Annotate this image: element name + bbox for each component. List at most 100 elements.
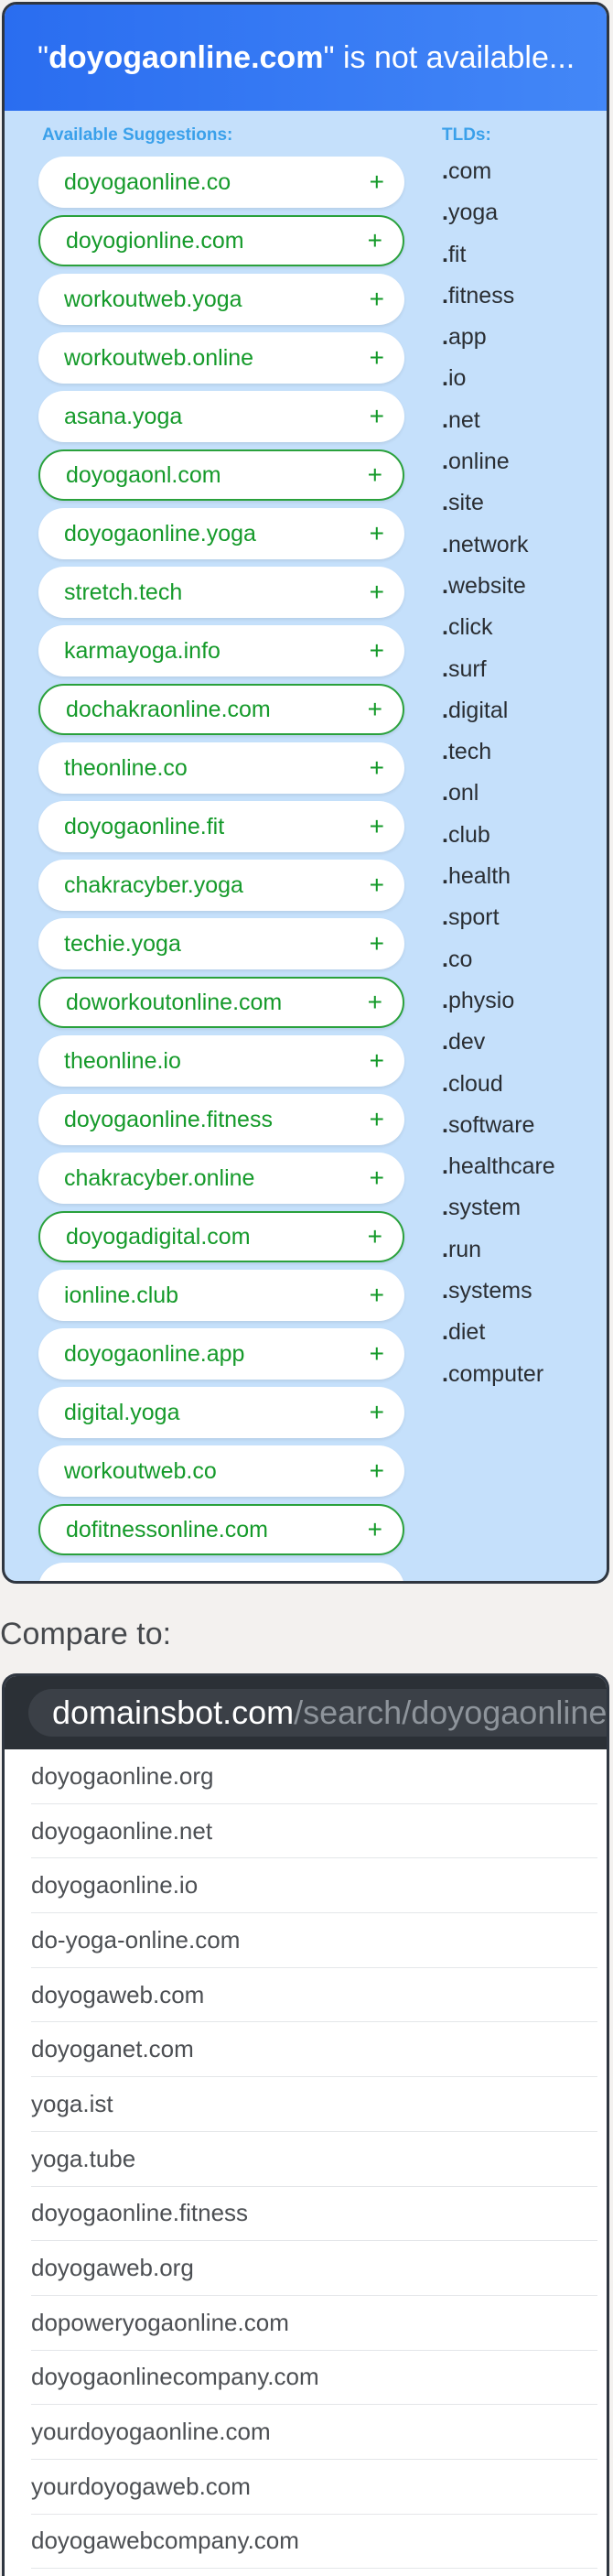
tld-name: system: [447, 1195, 522, 1221]
add-plus-icon[interactable]: +: [370, 1398, 384, 1427]
add-plus-icon[interactable]: +: [368, 1515, 382, 1544]
tld-item[interactable]: .healthcare: [442, 1146, 555, 1187]
compare-result-item[interactable]: doyoganet.com: [31, 2022, 597, 2078]
tld-item[interactable]: .net: [442, 400, 555, 441]
tld-item[interactable]: .sport: [442, 897, 555, 938]
tld-name: com: [447, 158, 492, 184]
tld-item[interactable]: .physio: [442, 980, 555, 1022]
compare-result-item[interactable]: yoga.ist: [31, 2077, 597, 2132]
tld-item[interactable]: .website: [442, 566, 555, 607]
tld-item[interactable]: .site: [442, 482, 555, 524]
add-plus-icon[interactable]: +: [370, 1105, 384, 1134]
tld-item[interactable]: .co: [442, 939, 555, 980]
tld-name: dev: [447, 1029, 486, 1055]
compare-result-item[interactable]: yoga.tube: [31, 2132, 597, 2187]
tld-item[interactable]: .run: [442, 1229, 555, 1271]
add-plus-icon[interactable]: +: [370, 812, 384, 841]
tld-item[interactable]: .fit: [442, 234, 555, 276]
suggestion-item[interactable]: [38, 1563, 404, 1581]
compare-result-item[interactable]: doyogaonlinecompany.com: [31, 2351, 597, 2406]
tld-item[interactable]: .onl: [442, 773, 555, 814]
add-plus-icon[interactable]: +: [370, 578, 384, 607]
tld-item[interactable]: .health: [442, 856, 555, 897]
add-plus-icon[interactable]: +: [368, 988, 382, 1017]
tld-item[interactable]: .tech: [442, 731, 555, 773]
suggestion-item[interactable]: ionline.club +: [38, 1270, 404, 1321]
url-bar[interactable]: domainsbot.com/search/doyogaonline: [28, 1689, 607, 1737]
add-plus-icon[interactable]: +: [370, 1046, 384, 1076]
suggestion-item[interactable]: theonline.co +: [38, 742, 404, 794]
compare-result-item[interactable]: doyogaonline.io: [31, 1858, 597, 1914]
tld-item[interactable]: .cloud: [442, 1064, 555, 1105]
compare-result-item[interactable]: doyogaonline.fitness: [31, 2187, 597, 2242]
tld-item[interactable]: .yoga: [442, 192, 555, 233]
compare-result-item[interactable]: dopoweryogaonline.com: [31, 2296, 597, 2351]
suggestion-item[interactable]: doyogaonline.yoga +: [38, 508, 404, 559]
tld-item[interactable]: .systems: [442, 1271, 555, 1312]
tld-item[interactable]: .click: [442, 607, 555, 648]
suggestion-item[interactable]: doyogaonline.fit +: [38, 801, 404, 852]
tld-item[interactable]: .online: [442, 441, 555, 482]
tld-item[interactable]: .surf: [442, 649, 555, 690]
add-plus-icon[interactable]: +: [370, 519, 384, 548]
compare-result-item[interactable]: do-yoga-online.com: [31, 1913, 597, 1968]
add-plus-icon[interactable]: +: [370, 1164, 384, 1193]
add-plus-icon[interactable]: +: [370, 343, 384, 373]
suggestion-item[interactable]: workoutweb.online +: [38, 332, 404, 384]
suggestion-item[interactable]: workoutweb.co +: [38, 1445, 404, 1497]
suggestion-item[interactable]: workoutweb.yoga +: [38, 274, 404, 325]
suggestion-item[interactable]: doyogaonl.com +: [38, 449, 404, 501]
add-plus-icon[interactable]: +: [368, 226, 382, 255]
suggestion-item[interactable]: theonline.io +: [38, 1035, 404, 1087]
compare-result-item[interactable]: doyogaweb.com: [31, 1968, 597, 2023]
suggestion-item[interactable]: doyogaonline.fitness +: [38, 1094, 404, 1145]
tld-item[interactable]: .club: [442, 815, 555, 856]
add-plus-icon[interactable]: +: [370, 402, 384, 431]
tld-item[interactable]: .dev: [442, 1022, 555, 1063]
add-plus-icon[interactable]: +: [370, 871, 384, 900]
add-plus-icon[interactable]: +: [370, 1281, 384, 1310]
suggestion-item[interactable]: doyogadigital.com +: [38, 1211, 404, 1262]
suggestion-item[interactable]: dofitnessonline.com +: [38, 1504, 404, 1555]
suggestion-item[interactable]: karmayoga.info +: [38, 625, 404, 676]
compare-result-item[interactable]: yourdoyogaonline.com: [31, 2405, 597, 2460]
add-plus-icon[interactable]: +: [368, 1222, 382, 1251]
add-plus-icon[interactable]: +: [370, 168, 384, 197]
add-plus-icon[interactable]: +: [370, 636, 384, 666]
tld-item[interactable]: .software: [442, 1105, 555, 1146]
tld-item[interactable]: .com: [442, 151, 555, 192]
suggestion-item[interactable]: chakracyber.yoga +: [38, 860, 404, 911]
tld-item[interactable]: .system: [442, 1187, 555, 1228]
tld-item[interactable]: .fitness: [442, 276, 555, 317]
compare-result-item[interactable]: doyogaweb.org: [31, 2241, 597, 2296]
suggestion-item[interactable]: doworkoutonline.com +: [38, 977, 404, 1028]
compare-result-item[interactable]: yourdoyogaweb.com: [31, 2460, 597, 2515]
suggestion-item[interactable]: dochakraonline.com +: [38, 684, 404, 735]
compare-result-item[interactable]: doyogaonline.net: [31, 1804, 597, 1859]
add-plus-icon[interactable]: +: [370, 753, 384, 783]
tld-item[interactable]: .app: [442, 317, 555, 358]
tld-item[interactable]: .computer: [442, 1354, 555, 1395]
tld-item[interactable]: .io: [442, 358, 555, 399]
add-plus-icon[interactable]: +: [368, 460, 382, 490]
tld-item[interactable]: .network: [442, 525, 555, 566]
add-plus-icon[interactable]: +: [370, 1339, 384, 1369]
suggestion-item[interactable]: digital.yoga +: [38, 1387, 404, 1438]
tld-name: yoga: [447, 200, 499, 226]
add-plus-icon[interactable]: +: [370, 929, 384, 958]
suggestion-item[interactable]: techie.yoga +: [38, 918, 404, 969]
suggestion-item[interactable]: doyogionline.com +: [38, 215, 404, 266]
suggestion-item[interactable]: chakracyber.online +: [38, 1153, 404, 1204]
suggestion-item[interactable]: doyogaonline.app +: [38, 1328, 404, 1380]
compare-result-item[interactable]: doyogawebcompany.com: [31, 2515, 597, 2570]
tld-item[interactable]: .diet: [442, 1312, 555, 1353]
suggestion-item[interactable]: stretch.tech +: [38, 567, 404, 618]
suggestion-item[interactable]: doyogaonline.co +: [38, 157, 404, 208]
add-plus-icon[interactable]: +: [368, 695, 382, 724]
compare-label: Compare to:: [0, 1617, 172, 1651]
add-plus-icon[interactable]: +: [370, 1456, 384, 1486]
add-plus-icon[interactable]: +: [370, 285, 384, 314]
compare-result-item[interactable]: doyogaonline.org: [31, 1749, 597, 1804]
suggestion-item[interactable]: asana.yoga +: [38, 391, 404, 442]
tld-item[interactable]: .digital: [442, 690, 555, 731]
